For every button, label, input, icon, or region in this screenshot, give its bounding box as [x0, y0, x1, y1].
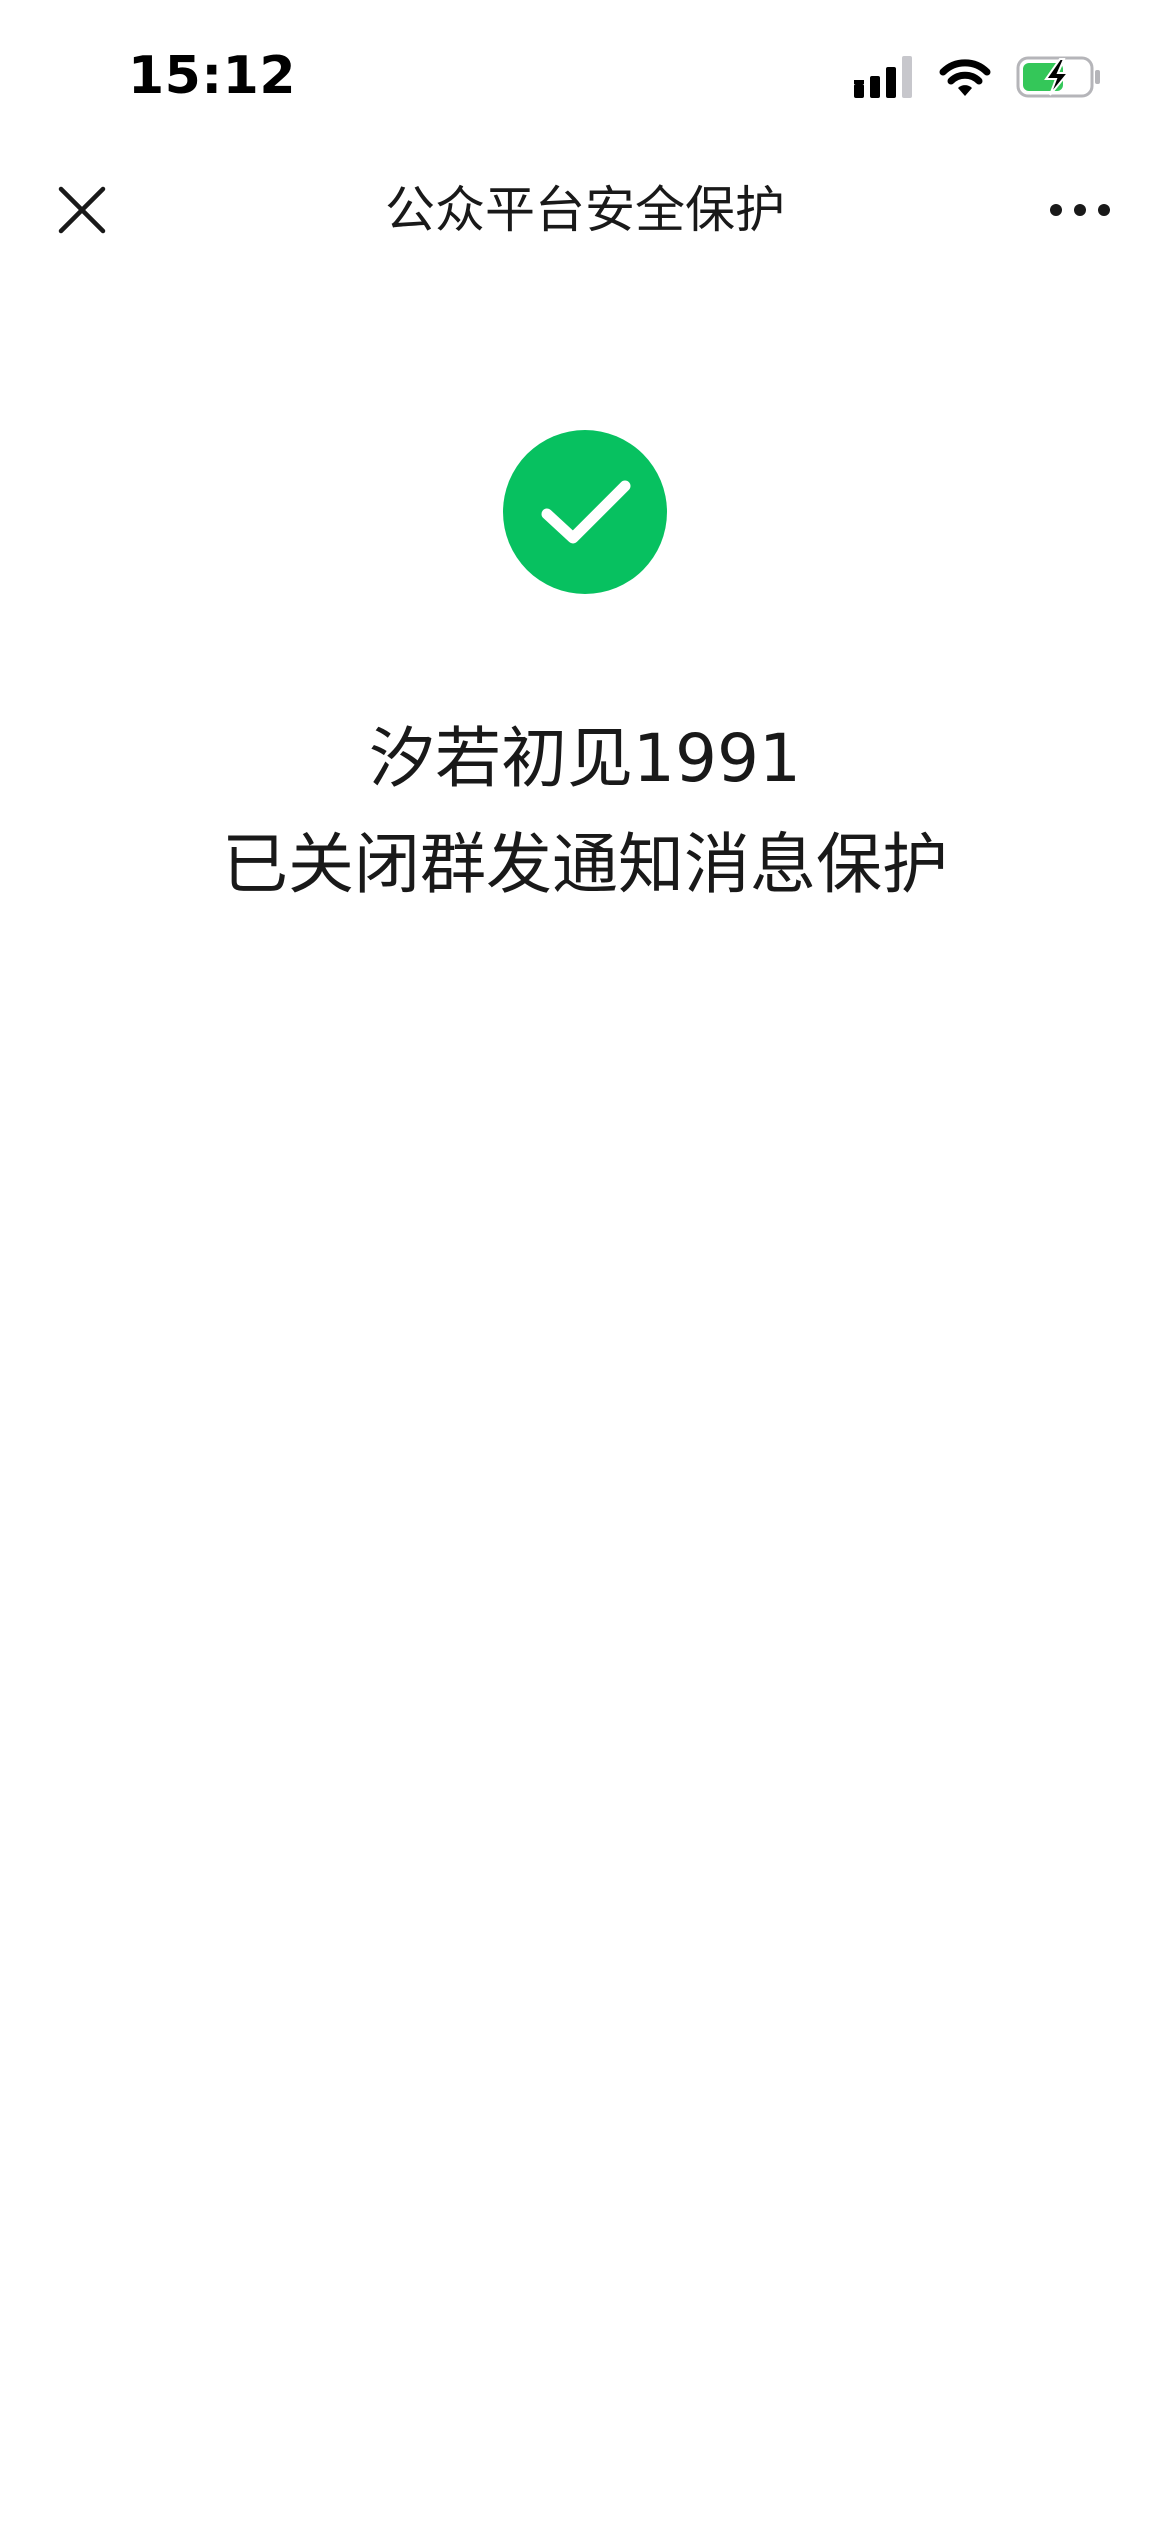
page-title: 公众平台安全保护 [385, 181, 785, 239]
status-bar: 15:12 [0, 0, 1170, 150]
close-button[interactable] [40, 168, 124, 252]
wifi-icon [938, 56, 992, 98]
status-time: 15:12 [128, 46, 297, 106]
check-circle-icon [503, 430, 667, 594]
result-panel: 汐若初见1991 已关闭群发通知消息保护 [0, 430, 1170, 910]
close-icon [58, 186, 106, 234]
screen: 15:12 公众平台安全保护 汐若初见1991 已关闭群发通知消息保护 [0, 0, 1170, 2532]
more-options-button[interactable] [1030, 168, 1130, 252]
status-icons [854, 55, 1102, 99]
result-message: 已关闭群发通知消息保护 [222, 826, 948, 903]
account-name: 汐若初见1991 [369, 720, 801, 797]
more-options-icon [1050, 204, 1110, 216]
battery-charging-icon [1016, 55, 1102, 99]
cellular-signal-icon [854, 56, 914, 98]
navigation-bar: 公众平台安全保护 [0, 150, 1170, 270]
